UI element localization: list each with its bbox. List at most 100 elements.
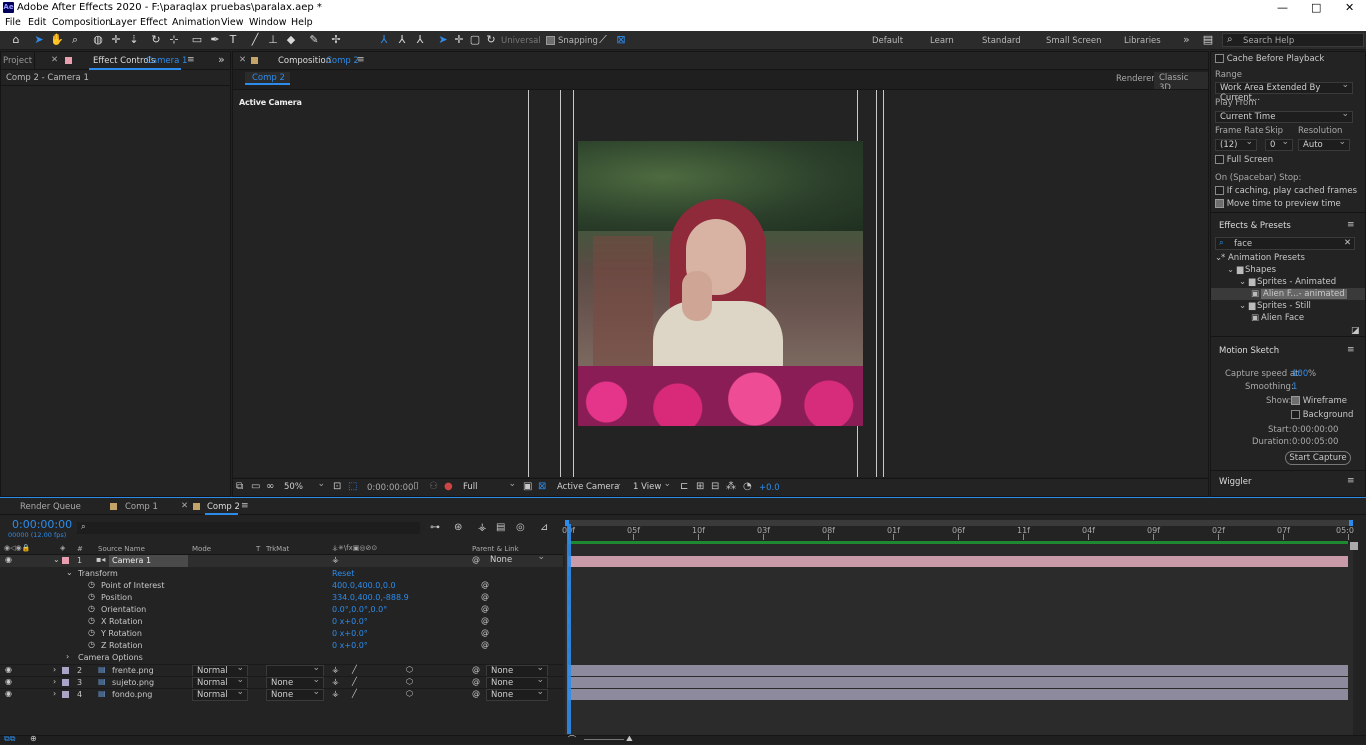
close-timeline-tab-icon[interactable]: ✕ [181, 501, 188, 511]
effects-presets-menu-icon[interactable]: ≡ [1347, 220, 1355, 230]
dolly-tool-icon[interactable]: ⇣ [127, 33, 141, 47]
pan-behind-icon[interactable]: ⊹ [167, 33, 181, 47]
parent-dropdown[interactable]: None [486, 552, 548, 567]
rotate-tool-icon[interactable]: ↻ [149, 33, 163, 47]
range-dropdown[interactable]: Work Area Extended By Current... [1215, 80, 1353, 103]
effects-tree-item[interactable]: ⌄ * Animation Presets [1211, 252, 1365, 264]
pickwhip-icon[interactable]: @ [472, 689, 480, 698]
scale-3d-icon[interactable]: ▢ [468, 33, 482, 47]
local-axis-icon[interactable]: ⅄ [377, 33, 391, 47]
quality-switch-icon[interactable]: ╱ [352, 665, 357, 674]
mode-dropdown[interactable]: Normal [192, 687, 248, 701]
pickwhip-icon[interactable]: @ [472, 677, 480, 686]
transfer-controls-toggle-icon[interactable]: ⊕ [30, 734, 37, 743]
effects-search-field[interactable]: ⌕ face ✕ [1215, 237, 1355, 250]
3d-layer-icon[interactable]: ⬡ [406, 665, 413, 674]
panel-menu-icon[interactable]: ≡ [187, 55, 195, 65]
workspace-more-icon[interactable]: » [1183, 33, 1190, 46]
play-from-dropdown[interactable]: Current Time [1215, 109, 1353, 123]
channel-icon[interactable]: ● [444, 481, 453, 492]
motion-blur-icon[interactable]: ◎ [516, 522, 525, 533]
move-3d-icon[interactable]: ✛ [452, 33, 466, 47]
transform-property-row[interactable]: ◷ Z Rotation 0 x+0.0° @ [0, 640, 563, 652]
universal-label[interactable]: Universal [501, 36, 541, 46]
eraser-tool-icon[interactable]: ◆ [284, 33, 298, 47]
close-comp-tab-icon[interactable]: ✕ [239, 55, 246, 65]
shy-switch-icon[interactable]: ⚶ [332, 689, 339, 698]
roto-brush-icon[interactable]: ✎ [307, 33, 321, 47]
smoothing-value[interactable]: 1 [1292, 382, 1297, 392]
new-preset-icon[interactable]: ◪ [1351, 326, 1360, 336]
brush-tool-icon[interactable]: ╱ [248, 33, 262, 47]
playhead[interactable] [567, 524, 571, 734]
shy-switch-icon[interactable]: ⚶ [332, 555, 339, 564]
property-value[interactable]: 334.0,400.0,-888.9 [332, 593, 409, 602]
comp-viewer[interactable]: Active Camera [233, 90, 1208, 477]
skip-dropdown[interactable]: 0 [1265, 137, 1293, 151]
full-screen-checkbox[interactable] [1215, 155, 1224, 164]
search-help-field[interactable]: ⌕ Search Help [1222, 33, 1364, 47]
workspace-small-screen[interactable]: Small Screen [1046, 36, 1102, 46]
tab-project[interactable]: Project [3, 56, 32, 66]
monitor-icon[interactable]: ▭ [251, 481, 260, 492]
layer-duration-bar[interactable] [568, 689, 1348, 700]
graph-editor-icon[interactable]: ⊿ [540, 522, 548, 533]
layer-name[interactable]: sujeto.png [112, 678, 154, 687]
transform-property-row[interactable]: ◷ Position 334.0,400.0,-888.9 @ [0, 592, 563, 604]
orbit-tool-icon[interactable]: ◍ [91, 33, 105, 47]
selection-3d-icon[interactable]: ➤ [436, 33, 450, 47]
eye-icon[interactable]: ◉ [5, 689, 12, 698]
zoom-out-icon[interactable]: ⌒ [568, 734, 576, 745]
stopwatch-icon[interactable]: ◷ [88, 640, 95, 649]
fast-preview-icon[interactable]: ⊞ [696, 481, 704, 492]
property-value[interactable]: 0 x+0.0° [332, 641, 368, 650]
quality-switch-icon[interactable]: ╱ [352, 677, 357, 686]
timeline-icon[interactable]: ⊟ [711, 481, 719, 492]
stopwatch-icon[interactable]: ◷ [88, 628, 95, 637]
property-value[interactable]: 400.0,400.0,0.0 [332, 581, 396, 590]
trkmat-dropdown[interactable]: None [266, 687, 324, 701]
camera-view-dropdown[interactable]: Active Camera [553, 479, 625, 494]
view-layout-dropdown[interactable]: 1 View [629, 479, 674, 494]
snapping-label[interactable]: Snapping [558, 36, 598, 46]
background-checkbox[interactable] [1291, 410, 1300, 419]
tab-composition-name[interactable]: Comp 2 [326, 56, 359, 66]
menu-animation[interactable]: Animation [172, 17, 220, 28]
menu-edit[interactable]: Edit [28, 17, 46, 28]
layer-row[interactable]: ◉ › 2 ▤ frente.png Normal ⚶ ╱ ⬡ @ None [0, 663, 563, 677]
menu-file[interactable]: File [5, 17, 21, 28]
transform-reset-link[interactable]: Reset [332, 569, 354, 578]
snapping-checkbox[interactable] [546, 36, 555, 45]
menu-effect[interactable]: Effect [140, 17, 167, 28]
work-area-end-handle[interactable] [1350, 542, 1358, 550]
shy-layers-icon[interactable]: ⚶ [478, 522, 487, 533]
close-button[interactable]: ✕ [1345, 1, 1354, 14]
layer-name[interactable]: frente.png [112, 666, 154, 675]
maximize-button[interactable]: □ [1311, 1, 1321, 14]
twirl-right-icon[interactable]: › [66, 652, 69, 661]
resolution-preview-dropdown[interactable]: Auto [1298, 137, 1350, 151]
pen-tool-icon[interactable]: ✒ [208, 33, 222, 47]
camera-options-group[interactable]: › Camera Options [0, 652, 563, 664]
parent-dropdown[interactable]: None [486, 687, 548, 701]
type-tool-icon[interactable]: T [226, 33, 240, 47]
minimize-button[interactable]: — [1277, 1, 1288, 14]
transform-property-row[interactable]: ◷ Point of Interest 400.0,400.0,0.0 @ [0, 580, 563, 592]
fit-icon[interactable]: ⊡ [333, 481, 341, 492]
tab-comp-1[interactable]: Comp 1 [125, 502, 158, 512]
effects-tree-item[interactable]: ⌄ ▆ Sprites - Animated [1211, 276, 1365, 288]
label-color-swatch[interactable] [62, 679, 69, 686]
snap-options-icon[interactable]: ⟋ [596, 33, 610, 47]
frame-rate-dropdown[interactable]: (12) [1215, 137, 1257, 151]
home-icon[interactable]: ⌂ [9, 33, 23, 47]
motion-sketch-menu-icon[interactable]: ≡ [1347, 345, 1355, 355]
move-time-checkbox[interactable] [1215, 199, 1224, 208]
current-time-display[interactable]: 0:00:00:00 [367, 483, 413, 493]
menu-view[interactable]: View [221, 17, 244, 28]
layer-duration-bar[interactable] [568, 677, 1348, 688]
snapshot-icon[interactable]: ⌷ [413, 481, 419, 492]
rotate-3d-icon[interactable]: ↻ [484, 33, 498, 47]
if-caching-checkbox[interactable] [1215, 186, 1224, 195]
layer-duration-bar[interactable] [568, 665, 1348, 676]
camera-duration-bar[interactable] [568, 556, 1348, 567]
